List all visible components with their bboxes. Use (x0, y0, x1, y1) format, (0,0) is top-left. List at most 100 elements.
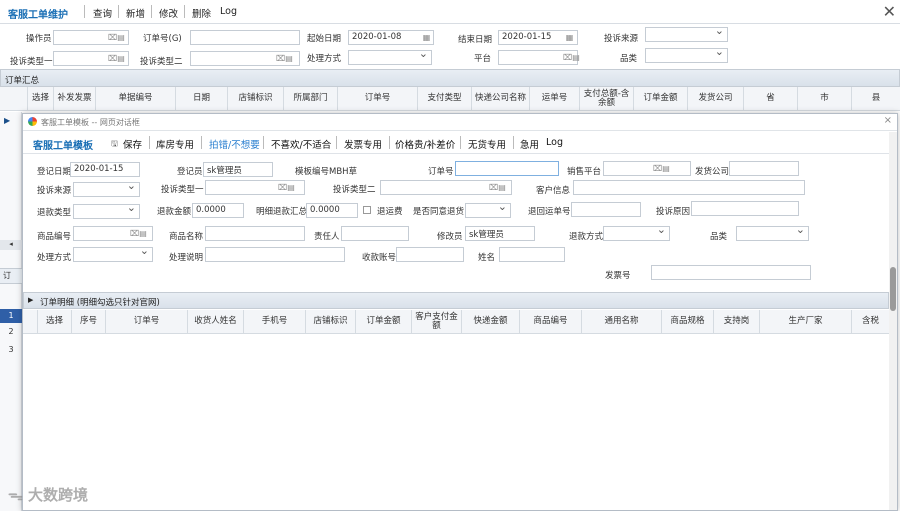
col-header[interactable]: 店铺标识 (306, 310, 356, 333)
row-number[interactable]: 3 (0, 343, 22, 357)
lookup-icon[interactable]: ⌧▤ (108, 53, 125, 64)
watermark-logo-icon: ᯓ (8, 486, 23, 504)
complaint-source-select[interactable] (73, 182, 140, 197)
col-header[interactable]: 支付总额-含余额 (580, 87, 634, 110)
sales-platform-input[interactable] (603, 161, 691, 176)
tab-out-of-stock[interactable]: 无货专用 (468, 137, 506, 151)
add-button[interactable]: 新增 (126, 6, 145, 20)
lookup-icon[interactable]: ⌧▤ (276, 53, 293, 64)
handle-desc-input[interactable] (205, 247, 345, 262)
col-header[interactable]: 订单金额 (634, 87, 688, 110)
handle-method-select[interactable] (348, 50, 432, 65)
pay-account-input[interactable] (396, 247, 464, 262)
tab-urgent[interactable]: 急用 (520, 137, 539, 151)
tab-wrong-item[interactable]: 拍错/不想要 (209, 137, 260, 151)
dialog-scrollbar[interactable] (889, 132, 897, 510)
calendar-icon[interactable]: ▦ (563, 32, 576, 43)
tab-price[interactable]: 价格贵/补差价 (395, 137, 455, 151)
col-header[interactable]: 订单金额 (356, 310, 412, 333)
lookup-icon[interactable]: ⌧▤ (130, 228, 147, 239)
col-header[interactable]: 收货人姓名 (188, 310, 244, 333)
tab-dislike[interactable]: 不喜欢/不适合 (271, 137, 331, 151)
col-header[interactable]: 商品规格 (662, 310, 714, 333)
col-header[interactable]: 店铺标识 (228, 87, 284, 110)
col-header[interactable]: 发货公司 (688, 87, 744, 110)
lookup-icon[interactable]: ⌧▤ (563, 52, 580, 63)
col-header[interactable]: 县 (852, 87, 900, 110)
tab-log[interactable]: Log (546, 137, 563, 148)
lookup-icon[interactable]: ⌧▤ (108, 32, 125, 43)
product-name-label: 商品名称 (169, 232, 204, 242)
log-button[interactable]: Log (220, 6, 237, 17)
col-header[interactable]: 订单号 (106, 310, 188, 333)
return-waybill-input[interactable] (571, 202, 641, 217)
col-header[interactable]: 订单号 (338, 87, 418, 110)
complaint-source-select[interactable] (645, 27, 728, 42)
col-header[interactable]: 支持岗 (714, 310, 760, 333)
col-header[interactable]: 生产厂家 (760, 310, 852, 333)
delete-button[interactable]: 删除 (192, 6, 211, 20)
modifier-input[interactable]: sk管理员 (465, 226, 535, 241)
lookup-icon[interactable]: ⌧▤ (489, 182, 506, 193)
refund-method-select[interactable] (603, 226, 670, 241)
col-header[interactable]: 日期 (176, 87, 228, 110)
col-header[interactable]: 市 (798, 87, 852, 110)
name-input[interactable] (499, 247, 565, 262)
col-header[interactable]: 单据编号 (96, 87, 176, 110)
handle-method-select[interactable] (73, 247, 153, 262)
shipping-no-input[interactable] (651, 265, 811, 280)
registrar-input[interactable]: sk管理员 (203, 162, 273, 177)
query-button[interactable]: 查询 (93, 6, 112, 20)
row-number[interactable]: 1 (0, 309, 22, 323)
category-select[interactable] (736, 226, 809, 241)
product-name-input[interactable] (205, 226, 305, 241)
col-header[interactable]: 所属部门 (284, 87, 338, 110)
calendar-icon[interactable]: ▦ (420, 32, 433, 43)
scroll-left-icon[interactable]: ◂ (0, 240, 22, 250)
lookup-icon[interactable]: ⌧▤ (278, 182, 295, 193)
agree-return-select[interactable] (465, 203, 511, 218)
col-header[interactable]: 选择 (38, 310, 72, 333)
start-date-label: 起始日期 (307, 34, 342, 44)
col-header[interactable]: 手机号 (244, 310, 306, 333)
dialog-titlebar: 客服工单模板 -- 网页对话框 × (23, 114, 897, 131)
col-header[interactable]: 客户支付金额 (412, 310, 462, 333)
save-button[interactable]: 保存 (123, 137, 142, 151)
col-header[interactable]: 支付类型 (418, 87, 472, 110)
ship-company-input[interactable] (729, 161, 799, 176)
pay-account-label: 收款账号 (362, 253, 397, 263)
responsible-input[interactable] (341, 226, 409, 241)
tab-warehouse[interactable]: 库房专用 (156, 137, 194, 151)
tab-invoice[interactable]: 发票专用 (344, 137, 382, 151)
col-header[interactable]: 序号 (72, 310, 106, 333)
reg-date-input[interactable]: 2020-01-15 (70, 162, 140, 177)
category-select[interactable] (645, 48, 728, 63)
order-no-input[interactable] (455, 161, 559, 176)
edit-button[interactable]: 修改 (159, 6, 178, 20)
col-header[interactable]: 含税 (852, 310, 889, 333)
col-header[interactable]: 商品编号 (520, 310, 582, 333)
col-header[interactable]: 快递金额 (462, 310, 520, 333)
order-no-input[interactable] (190, 30, 300, 45)
col-header[interactable]: 通用名称 (582, 310, 662, 333)
complaint-reason-input[interactable] (691, 201, 799, 216)
lookup-icon[interactable]: ⌧▤ (653, 163, 670, 174)
col-header[interactable]: 省 (744, 87, 798, 110)
dialog-title: 客服工单模板 (33, 141, 93, 152)
page-title: 客服工单维护 (8, 10, 68, 21)
col-header[interactable]: 补发发票 (54, 87, 96, 110)
col-header[interactable]: 选择 (28, 87, 54, 110)
refund-freight-checkbox[interactable] (363, 206, 371, 214)
refund-type-select[interactable] (73, 204, 140, 219)
col-header[interactable]: 运单号 (530, 87, 580, 110)
close-icon[interactable]: ✕ (883, 2, 896, 21)
expand-icon[interactable]: ▶ (28, 296, 33, 304)
refund-amount-input[interactable]: 0.0000 (192, 203, 244, 218)
detail-refund-sum-input[interactable]: 0.0000 (306, 203, 358, 218)
scrollbar-thumb[interactable] (890, 267, 896, 311)
customer-info-input[interactable] (573, 180, 805, 195)
left-strip: ▶ ◂ 订 1 2 3 (0, 112, 22, 511)
col-header[interactable]: 快递公司名称 (472, 87, 530, 110)
row-number[interactable]: 2 (0, 325, 22, 339)
dialog-close-icon[interactable]: × (884, 115, 892, 126)
